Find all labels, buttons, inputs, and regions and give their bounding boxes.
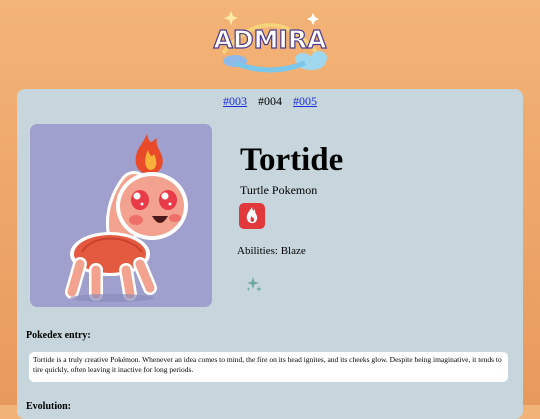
evolution-heading: Evolution:	[26, 401, 72, 412]
pokemon-abilities: Abilities: Blaze	[237, 245, 306, 257]
pokedex-entry-heading: Pokedex entry:	[26, 330, 91, 341]
pokedex-entry-text: Tortide is a truly creative Pokémon. Whe…	[29, 352, 508, 382]
pokemon-panel: #003 #004 #005 Tortide Turtle Pokemon Ab…	[17, 89, 523, 419]
admira-logo: ADMIRA	[205, 3, 335, 75]
next-pokemon-link[interactable]: #005	[293, 94, 317, 108]
pokemon-portrait	[30, 124, 212, 307]
prev-pokemon-link[interactable]: #003	[223, 94, 247, 108]
fire-type-badge[interactable]	[239, 203, 265, 229]
pokemon-species: Turtle Pokemon	[240, 183, 318, 197]
current-pokemon-number: #004	[258, 94, 282, 108]
pokedex-navigation: #003 #004 #005	[17, 93, 523, 109]
fire-icon	[246, 207, 258, 224]
shiny-toggle[interactable]	[245, 275, 263, 293]
pokemon-name: Tortide	[240, 142, 344, 178]
sparkle-icon	[246, 277, 262, 292]
logo-text: ADMIRA	[214, 25, 328, 54]
